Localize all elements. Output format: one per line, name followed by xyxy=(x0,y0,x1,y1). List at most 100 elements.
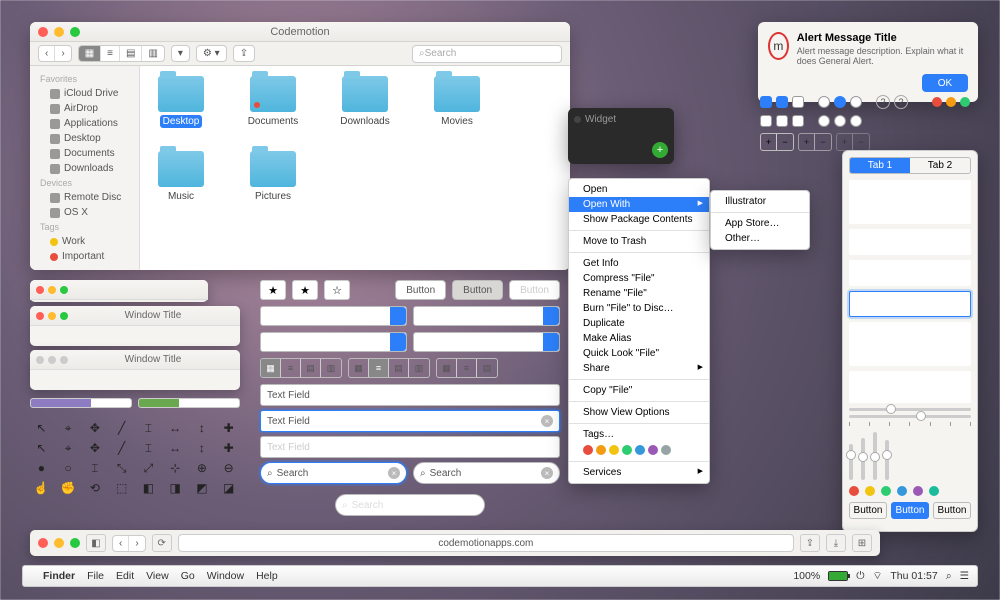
panel-button-selected[interactable]: Button xyxy=(891,502,929,519)
radio[interactable] xyxy=(834,96,846,108)
folder-item[interactable]: Documents xyxy=(242,76,304,127)
search-input[interactable]: ⌕ Search xyxy=(412,45,562,63)
zoom-icon[interactable] xyxy=(60,312,68,320)
stepper[interactable]: +− xyxy=(760,133,794,151)
add-icon[interactable]: + xyxy=(652,142,668,158)
sidebar-tag[interactable]: Important xyxy=(30,249,139,264)
radio[interactable] xyxy=(818,115,830,127)
help-icon[interactable]: ? xyxy=(876,95,890,109)
address-bar[interactable]: codemotionapps.com xyxy=(178,534,794,552)
sidebar-item[interactable]: Desktop xyxy=(30,131,139,146)
menu-item[interactable]: Open xyxy=(569,182,709,197)
downloads-icon[interactable]: ⤓ xyxy=(826,534,846,552)
clear-icon[interactable]: × xyxy=(541,467,553,479)
menu-item[interactable]: Rename "File" xyxy=(569,286,709,301)
panel-button[interactable]: Button xyxy=(849,502,887,519)
radio[interactable] xyxy=(818,96,830,108)
menubar-time[interactable]: Thu 01:57 xyxy=(890,570,937,582)
stepper[interactable]: +− xyxy=(798,133,832,151)
menu-item[interactable]: Open With xyxy=(569,197,709,212)
minimize-icon[interactable] xyxy=(48,356,56,364)
checkbox[interactable] xyxy=(776,115,788,127)
vertical-slider[interactable] xyxy=(849,444,853,480)
tag-color[interactable] xyxy=(635,445,645,455)
tab-bar[interactable]: Tab 1 Tab 2 xyxy=(849,157,971,174)
finder-titlebar[interactable]: Codemotion xyxy=(30,22,570,42)
segmented-control[interactable]: ▦≡▤▥ xyxy=(260,358,342,378)
radio[interactable] xyxy=(834,115,846,127)
tab-2[interactable]: Tab 2 xyxy=(910,158,970,173)
context-menu[interactable]: OpenOpen WithShow Package ContentsMove t… xyxy=(568,178,710,484)
menu-item[interactable]: View xyxy=(146,570,169,582)
search-field[interactable]: ⌕ Search× xyxy=(260,462,407,484)
share-icon[interactable]: ⇪ xyxy=(800,534,820,552)
minimize-icon[interactable] xyxy=(54,27,64,37)
menu-item[interactable]: Edit xyxy=(116,570,134,582)
zoom-icon[interactable] xyxy=(70,538,80,548)
action-menu[interactable]: ⚙ ▾ xyxy=(196,45,227,62)
popup-button[interactable] xyxy=(260,306,407,326)
menu-item[interactable]: Show View Options xyxy=(569,405,709,420)
search-field[interactable]: ⌕ Search× xyxy=(413,462,560,484)
menu-bar[interactable]: FinderFileEditViewGoWindowHelp 100% ⏻ ⌔ … xyxy=(22,565,978,587)
color-swatch[interactable] xyxy=(913,486,923,496)
close-icon[interactable] xyxy=(36,312,44,320)
tag-color[interactable] xyxy=(648,445,658,455)
text-field-focused[interactable]: Text Field× xyxy=(260,410,560,432)
zoom-icon[interactable] xyxy=(60,356,68,364)
vertical-slider[interactable] xyxy=(873,432,877,480)
menu-item[interactable]: Get Info xyxy=(569,256,709,271)
menu-item[interactable]: Duplicate xyxy=(569,316,709,331)
popup-button[interactable] xyxy=(260,332,407,352)
menu-item[interactable]: File xyxy=(87,570,104,582)
checkbox[interactable] xyxy=(776,96,788,108)
minimize-icon[interactable] xyxy=(54,538,64,548)
star-button[interactable]: ★ xyxy=(260,280,286,300)
panel-button[interactable]: Button xyxy=(933,502,971,519)
folder-item[interactable]: Movies xyxy=(426,76,488,127)
wifi-icon[interactable]: ⌔ xyxy=(873,569,883,583)
menu-item[interactable]: Show Package Contents xyxy=(569,212,709,227)
color-swatch[interactable] xyxy=(865,486,875,496)
menu-item[interactable]: Make Alias xyxy=(569,331,709,346)
menu-item[interactable]: Other… xyxy=(711,231,809,246)
spotlight-icon[interactable]: ⌕ xyxy=(946,570,952,583)
minimize-icon[interactable] xyxy=(48,312,56,320)
popup-button[interactable] xyxy=(413,306,560,326)
menu-item[interactable]: Burn "File" to Disc… xyxy=(569,301,709,316)
help-icon[interactable]: ? xyxy=(894,95,908,109)
sidebar-item[interactable]: Remote Disc xyxy=(30,190,139,205)
clear-icon[interactable]: × xyxy=(541,415,553,427)
tag-color[interactable] xyxy=(661,445,671,455)
checkbox[interactable] xyxy=(792,96,804,108)
segmented-control[interactable]: ▦≡▤▥ xyxy=(348,358,430,378)
zoom-icon[interactable] xyxy=(70,27,80,37)
vertical-slider[interactable] xyxy=(861,438,865,480)
menu-item[interactable]: Tags… xyxy=(569,427,709,442)
color-swatch[interactable] xyxy=(929,486,939,496)
menu-item[interactable]: Services xyxy=(569,465,709,480)
zoom-icon[interactable] xyxy=(60,286,68,294)
text-field-placeholder[interactable]: Text Field xyxy=(260,436,560,458)
close-icon[interactable] xyxy=(38,538,48,548)
sidebar-item[interactable]: Documents xyxy=(30,146,139,161)
close-icon[interactable] xyxy=(574,116,581,123)
sidebar-item[interactable]: Applications xyxy=(30,116,139,131)
nav-back-forward[interactable]: ‹› xyxy=(112,535,146,552)
notifications-icon[interactable]: ☰ xyxy=(960,570,969,582)
checkbox[interactable] xyxy=(760,115,772,127)
radio[interactable] xyxy=(850,96,862,108)
close-icon[interactable] xyxy=(38,27,48,37)
sidebar-item[interactable]: OS X xyxy=(30,205,139,220)
vertical-slider[interactable] xyxy=(885,440,889,480)
menu-item[interactable]: Share xyxy=(569,361,709,376)
tag-color[interactable] xyxy=(609,445,619,455)
checkbox[interactable] xyxy=(792,115,804,127)
sidebar-icon[interactable]: ◧ xyxy=(86,534,106,552)
ok-button[interactable]: OK xyxy=(922,74,968,92)
radio[interactable] xyxy=(850,115,862,127)
menu-item[interactable]: Copy "File" xyxy=(569,383,709,398)
context-submenu[interactable]: IllustratorApp Store…Other… xyxy=(710,190,810,250)
popup-button[interactable] xyxy=(413,332,560,352)
folder-item[interactable]: Downloads xyxy=(334,76,396,127)
